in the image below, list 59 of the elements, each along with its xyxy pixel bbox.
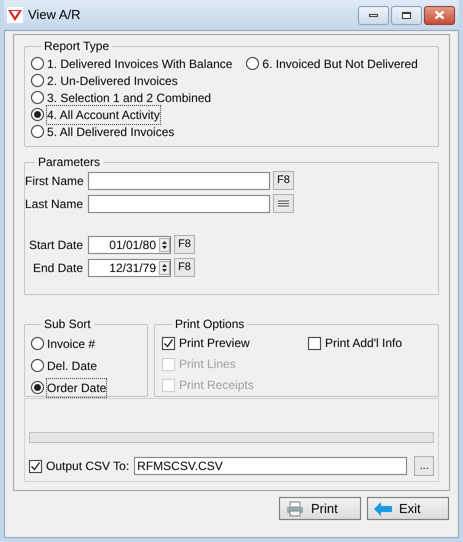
lines-icon bbox=[278, 200, 289, 207]
date-field[interactable]: 12/31/79 bbox=[88, 258, 171, 276]
checkbox[interactable] bbox=[29, 460, 42, 472]
radio-label: 6. Invoiced But Not Delivered bbox=[262, 56, 418, 72]
minimize-button[interactable] bbox=[358, 6, 389, 24]
close-button[interactable] bbox=[424, 6, 455, 24]
window-title: View A/R bbox=[28, 6, 82, 24]
list-button[interactable] bbox=[273, 194, 294, 213]
group-title: Parameters bbox=[37, 154, 102, 171]
radio-label: 2. Un-Delivered Invoices bbox=[47, 72, 178, 90]
radio-button[interactable] bbox=[31, 337, 44, 350]
radio-label: 4. All Account Activity bbox=[47, 106, 160, 124]
minimize-icon bbox=[369, 14, 378, 16]
maximize-icon bbox=[402, 12, 411, 18]
checkbox[interactable] bbox=[308, 336, 321, 350]
left-arrow-icon bbox=[374, 502, 392, 516]
print-button[interactable]: Print bbox=[279, 497, 361, 520]
maximize-button[interactable] bbox=[391, 6, 422, 24]
browse-button[interactable]: ... bbox=[414, 456, 434, 476]
lookup-button[interactable]: F8 bbox=[273, 171, 294, 190]
radio-button[interactable] bbox=[31, 108, 44, 121]
radio-label: 5. All Delivered Invoices bbox=[47, 124, 174, 140]
field-label: End Date bbox=[32, 260, 84, 276]
checkbox-label: Print Add'l Info bbox=[325, 335, 402, 352]
radio-button[interactable] bbox=[246, 57, 260, 70]
field-label: Last Name bbox=[25, 196, 84, 212]
text-field[interactable] bbox=[88, 172, 270, 190]
radio-label: Del. Date bbox=[47, 358, 98, 374]
radio-label: Invoice # bbox=[47, 336, 96, 352]
radio-button[interactable] bbox=[31, 125, 44, 138]
group-title: Print Options bbox=[174, 316, 246, 333]
close-icon bbox=[434, 10, 445, 20]
radio-button[interactable] bbox=[31, 381, 44, 394]
field-label: First Name bbox=[25, 172, 85, 190]
group-title: Report Type bbox=[43, 38, 110, 55]
exit-button[interactable]: Exit bbox=[367, 497, 449, 520]
checkbox[interactable] bbox=[162, 336, 175, 350]
lookup-button[interactable]: F8 bbox=[174, 235, 195, 254]
spinner-icon bbox=[159, 238, 170, 252]
group-title: Sub Sort bbox=[43, 316, 92, 333]
date-field[interactable]: 01/01/80 bbox=[88, 236, 171, 254]
radio-label: Order Date bbox=[47, 378, 106, 396]
lookup-button[interactable]: F8 bbox=[174, 258, 195, 277]
app-logo-icon bbox=[7, 7, 23, 23]
checkbox-label: Print Lines bbox=[179, 356, 236, 373]
radio-button[interactable] bbox=[31, 74, 44, 87]
csv-path-field[interactable]: RFMSCSV.CSV bbox=[134, 457, 408, 475]
radio-button[interactable] bbox=[31, 57, 44, 70]
printer-icon bbox=[286, 500, 304, 516]
radio-button[interactable] bbox=[31, 91, 44, 104]
radio-button[interactable] bbox=[31, 359, 44, 372]
radio-label: 3. Selection 1 and 2 Combined bbox=[47, 90, 212, 106]
text-field[interactable] bbox=[88, 194, 270, 212]
checkbox-label: Print Receipts bbox=[179, 377, 254, 394]
checkbox-label: Output CSV To: bbox=[46, 458, 130, 475]
field-label: Start Date bbox=[28, 236, 84, 254]
checkbox-label: Print Preview bbox=[179, 335, 250, 352]
radio-label: 1. Delivered Invoices With Balance bbox=[47, 56, 232, 72]
spinner-icon bbox=[159, 260, 170, 274]
